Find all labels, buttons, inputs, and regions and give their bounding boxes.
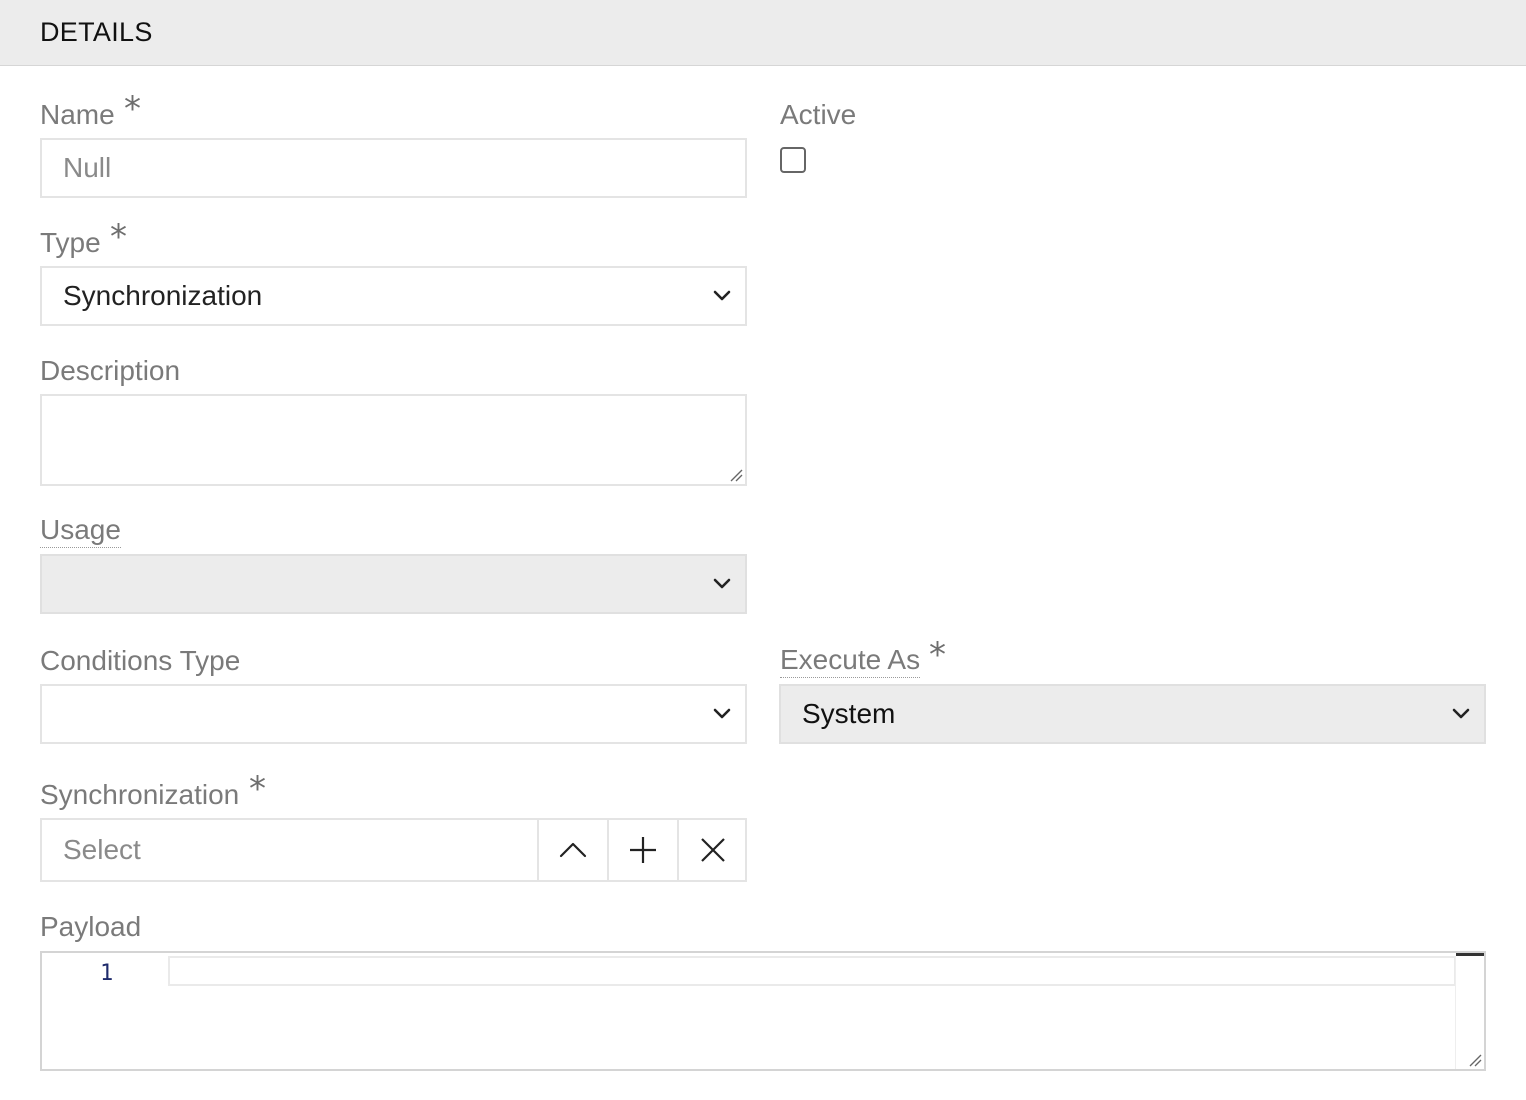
payload-code-editor[interactable]: 1 bbox=[40, 951, 1486, 1071]
usage-select[interactable] bbox=[40, 554, 747, 614]
payload-label: Payload bbox=[40, 911, 142, 942]
type-select-value: Synchronization bbox=[63, 280, 263, 311]
expand-button[interactable] bbox=[537, 820, 607, 880]
clear-button[interactable] bbox=[677, 820, 747, 880]
chevron-down-icon bbox=[713, 708, 731, 719]
execute-as-select[interactable]: System bbox=[779, 684, 1486, 744]
execute-as-required-mark: * bbox=[929, 635, 946, 675]
synchronization-required-mark: * bbox=[249, 769, 266, 809]
active-label: Active bbox=[780, 99, 857, 130]
description-label: Description bbox=[40, 355, 181, 386]
chevron-down-icon bbox=[713, 578, 731, 589]
usage-label: Usage bbox=[40, 514, 121, 548]
close-icon bbox=[701, 838, 725, 862]
execute-as-value: System bbox=[802, 698, 896, 729]
line-number: 1 bbox=[100, 961, 114, 986]
synchronization-reference-field[interactable]: Select bbox=[40, 818, 747, 882]
type-label: Type bbox=[40, 227, 101, 258]
editor-scrollbar-thumb[interactable] bbox=[1456, 953, 1484, 956]
code-line-input[interactable] bbox=[168, 956, 1456, 986]
chevron-down-icon bbox=[1452, 708, 1470, 719]
chevron-down-icon bbox=[713, 290, 731, 301]
add-button[interactable] bbox=[607, 820, 677, 880]
name-label: Name bbox=[40, 99, 115, 130]
section-title: DETAILS bbox=[40, 17, 153, 47]
details-header: DETAILS bbox=[0, 0, 1526, 66]
plus-icon bbox=[630, 837, 656, 863]
conditions-type-label: Conditions Type bbox=[40, 645, 241, 676]
type-required-mark: * bbox=[110, 217, 127, 257]
name-input[interactable]: Null bbox=[40, 138, 747, 198]
execute-as-label: Execute As bbox=[780, 644, 921, 678]
name-input-placeholder: Null bbox=[63, 152, 112, 183]
conditions-type-select[interactable] bbox=[40, 684, 747, 744]
resize-handle-icon[interactable] bbox=[1468, 1053, 1482, 1067]
resize-handle-icon[interactable] bbox=[729, 468, 743, 482]
type-select[interactable]: Synchronization bbox=[40, 266, 747, 326]
description-textarea[interactable] bbox=[40, 394, 747, 486]
name-required-mark: * bbox=[124, 89, 141, 129]
chevron-up-icon bbox=[559, 842, 587, 858]
synchronization-label: Synchronization bbox=[40, 779, 240, 810]
active-checkbox[interactable] bbox=[780, 147, 806, 173]
synchronization-placeholder: Select bbox=[63, 834, 141, 865]
